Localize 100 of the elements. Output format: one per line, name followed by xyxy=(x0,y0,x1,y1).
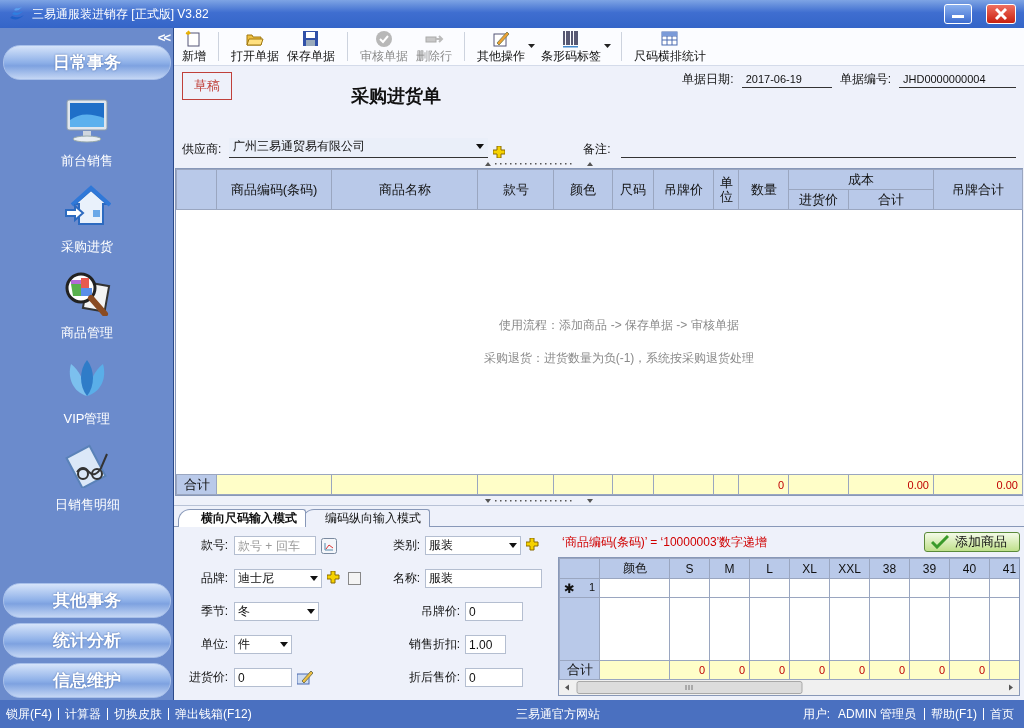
field-label: 款号: xyxy=(199,537,228,554)
picker-button[interactable] xyxy=(321,537,337,554)
dropdown[interactable]: 冬 xyxy=(234,602,319,621)
column-header[interactable]: 款号 xyxy=(477,169,554,210)
checkmark-icon xyxy=(931,535,949,549)
input-field[interactable]: 服装 xyxy=(425,569,542,588)
user-name: ADMIN 管理员 xyxy=(837,705,917,723)
caret-icon xyxy=(307,609,315,614)
grid-cell[interactable] xyxy=(949,578,990,598)
window-title: 三易通服装进销存 [正式版] V3.82 xyxy=(32,5,209,23)
column-header[interactable]: 39 xyxy=(909,558,950,579)
column-header[interactable]: XXL xyxy=(829,558,870,579)
column-header[interactable]: M xyxy=(709,558,750,579)
column-header[interactable]: 颜色 xyxy=(553,169,613,210)
column-header[interactable]: 颜色 xyxy=(599,558,670,579)
magnifier-icon xyxy=(63,270,111,316)
caret-icon xyxy=(310,576,318,581)
edit-button[interactable] xyxy=(297,669,313,686)
minimize-button[interactable] xyxy=(944,4,972,24)
dropdown[interactable]: 服装 xyxy=(425,536,521,555)
status-link[interactable]: 帮助(F1) xyxy=(924,708,983,720)
column-header[interactable]: 尺码 xyxy=(612,169,654,210)
column-header[interactable]: 成本 xyxy=(788,169,934,190)
caret-icon xyxy=(280,642,288,647)
horizontal-scrollbar[interactable] xyxy=(559,680,1019,695)
date-field[interactable]: 2017-06-19 xyxy=(741,73,832,88)
splitter-handle[interactable] xyxy=(483,497,595,504)
field-label: 类别: xyxy=(391,537,420,554)
tab[interactable]: 横向尺码输入模式 xyxy=(178,509,306,527)
column-header[interactable]: 商品编码(条码) xyxy=(216,169,332,210)
field-label: 折后售价: xyxy=(407,669,460,686)
caret-icon xyxy=(476,144,485,149)
grid-cell[interactable] xyxy=(909,578,950,598)
field-label: 备注: xyxy=(583,141,611,158)
field-label: 单据编号: xyxy=(839,71,891,88)
status-link[interactable]: 计算器 xyxy=(58,708,107,720)
field-label: 单位: xyxy=(199,636,228,653)
input-field[interactable]: 款号 + 回车 xyxy=(234,536,316,555)
toolbar-button[interactable]: 保存单据 xyxy=(283,28,339,65)
column-header[interactable]: 商品名称 xyxy=(331,169,478,210)
add-product-button[interactable]: 添加商品 xyxy=(924,532,1020,552)
input-field[interactable]: 0 xyxy=(234,668,292,687)
grid-cell[interactable] xyxy=(869,578,910,598)
plus-icon xyxy=(526,537,542,554)
toolbar-button[interactable]: 尺码横排统计 xyxy=(630,28,710,65)
status-stamp: 草稿 xyxy=(182,72,232,100)
caret-icon xyxy=(509,543,517,548)
status-link[interactable]: 弹出钱箱(F12) xyxy=(168,708,258,720)
status-link[interactable]: 锁屏(F4) xyxy=(4,708,58,720)
toolbar-button[interactable]: 其他操作 xyxy=(473,28,537,65)
grid-cell[interactable] xyxy=(789,578,830,598)
monitor-icon xyxy=(63,98,111,144)
grid-cell[interactable] xyxy=(669,578,710,598)
input-field[interactable]: 0 xyxy=(465,668,523,687)
add-button[interactable] xyxy=(327,570,343,587)
supplier-dropdown[interactable]: 广州三易通贸易有限公司 xyxy=(229,138,489,158)
field-label: 品牌: xyxy=(199,570,228,587)
status-link[interactable]: 首页 xyxy=(983,708,1020,720)
field-label: 进货价: xyxy=(187,669,228,686)
column-header[interactable]: 吊牌合计 xyxy=(933,169,1023,210)
total-cell: 0.00 xyxy=(848,474,934,495)
grid-cell[interactable] xyxy=(749,578,790,598)
grid-cell[interactable] xyxy=(599,578,670,598)
minimize-icon xyxy=(952,15,964,19)
logo-icon xyxy=(8,6,26,22)
user-label: 用户: xyxy=(801,705,831,723)
toolbar-button[interactable]: 打开单据 xyxy=(227,28,283,65)
website-link[interactable]: 三易通官方网站 xyxy=(510,708,607,720)
row-number: 1 xyxy=(588,580,596,593)
add-button[interactable] xyxy=(493,146,506,158)
column-header[interactable]: S xyxy=(669,558,710,579)
field-label: 单据日期: xyxy=(682,71,734,88)
toolbar-button[interactable]: 新增 xyxy=(178,28,210,65)
grid-cell[interactable] xyxy=(709,578,750,598)
number-field[interactable]: JHD0000000004 xyxy=(899,73,1016,88)
column-header[interactable]: 吊牌价 xyxy=(653,169,714,210)
toolbar-button[interactable]: 条形码标签 xyxy=(537,28,613,65)
column-header[interactable]: L xyxy=(749,558,790,579)
field-label: 销售折扣: xyxy=(407,636,460,653)
column-header[interactable]: 单位 xyxy=(713,169,739,210)
row-header: 合计 xyxy=(176,474,217,495)
column-header[interactable]: 38 xyxy=(869,558,910,579)
field-label: 吊牌价: xyxy=(419,603,460,620)
add-button[interactable] xyxy=(526,537,542,554)
input-field[interactable]: 0 xyxy=(465,602,523,621)
input-field[interactable]: 1.00 xyxy=(465,635,506,654)
column-header[interactable]: XL xyxy=(789,558,830,579)
column-header[interactable]: 数量 xyxy=(738,169,789,210)
column-header[interactable]: 40 xyxy=(949,558,990,579)
barcode-icon xyxy=(561,28,581,48)
hint-text: 使用流程：添加商品 -> 保存单据 -> 审核单据 xyxy=(499,317,739,334)
caret-icon xyxy=(528,44,535,48)
status-link[interactable]: 切换皮肤 xyxy=(107,708,168,720)
dropdown[interactable]: 件 xyxy=(234,635,292,654)
grid-cell[interactable] xyxy=(829,578,870,598)
total-cell: 0 xyxy=(738,474,789,495)
dropdown[interactable]: 迪士尼 xyxy=(234,569,322,588)
close-button[interactable] xyxy=(986,4,1016,24)
checkbox[interactable] xyxy=(348,572,361,585)
column-header[interactable]: 41 xyxy=(989,558,1019,579)
